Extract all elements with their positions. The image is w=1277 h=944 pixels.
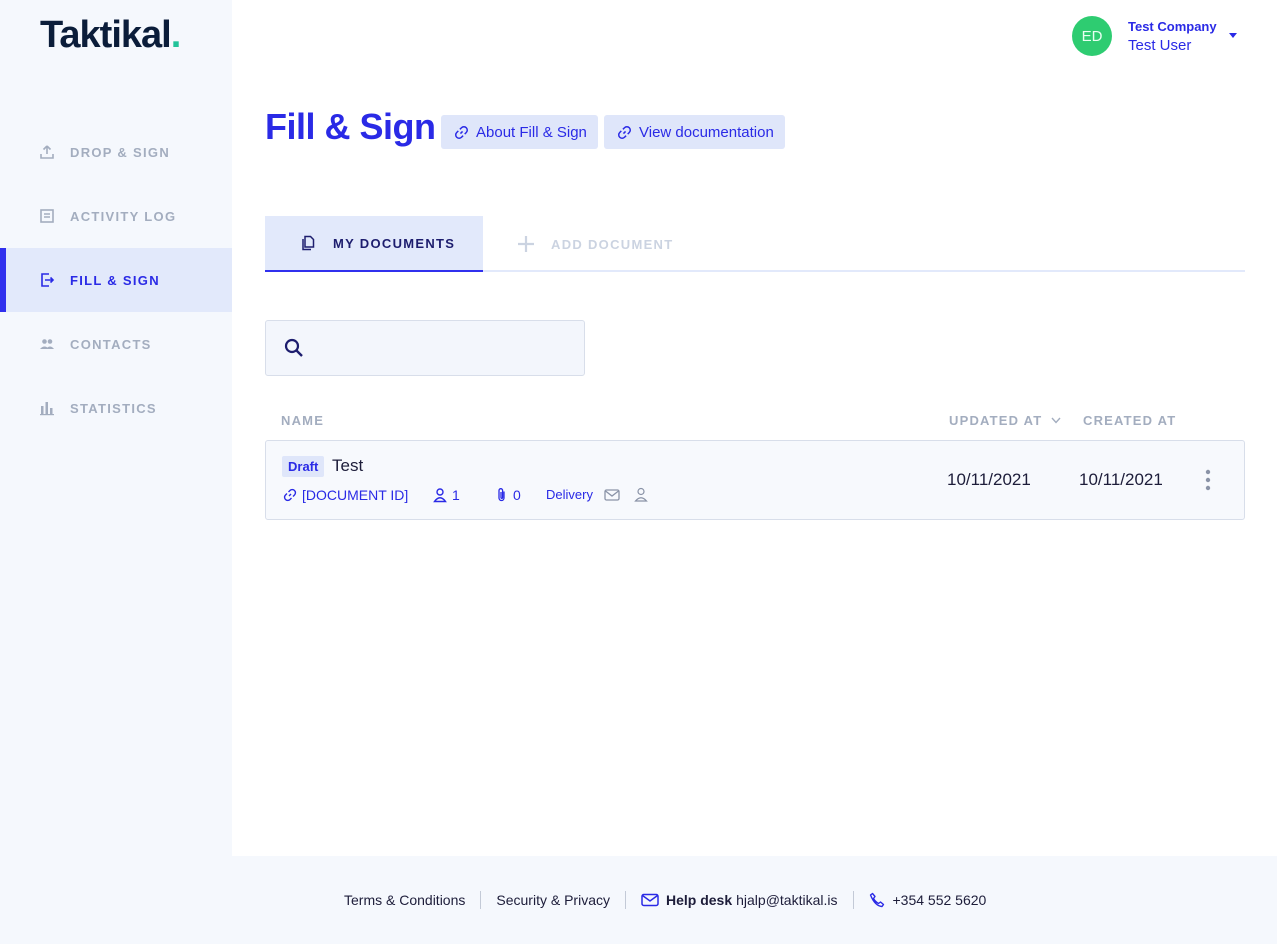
footer-divider [624,891,626,909]
bar-chart-icon [38,399,56,417]
search-input[interactable] [265,320,585,376]
page-title: Fill & Sign [265,106,436,147]
footer-divider [852,891,854,909]
tab-label: ADD DOCUMENT [551,236,674,252]
updated-date: 10/11/2021 [947,470,1031,489]
link-icon [618,125,631,139]
terms-link[interactable]: Terms & Conditions [344,892,465,908]
sidebar-nav: DROP & SIGN ACTIVITY LOG FILL & SIGN CON… [0,120,232,440]
search-icon [284,338,303,357]
sidebar-item-label: FILL & SIGN [70,272,160,288]
privacy-link[interactable]: Security & Privacy [496,892,610,908]
sidebar-item-contacts[interactable]: CONTACTS [0,312,232,376]
helpdesk-label: Help desk [665,892,733,908]
mail-icon [604,488,620,501]
about-fill-sign-link[interactable]: About Fill & Sign [441,115,598,149]
sidebar-item-activity-log[interactable]: ACTIVITY LOG [0,184,232,248]
avatar: ED [1072,16,1112,56]
document-id-link[interactable]: [DOCUMENT ID] [282,487,408,503]
taktikal-logo[interactable]: Taktikal. [40,14,181,57]
user-name: Test User [1128,36,1192,54]
footer: Terms & Conditions Security & Privacy He… [232,856,1277,944]
user-menu[interactable]: ED Test Company Test User [1072,16,1238,56]
status-badge: Draft [282,456,325,477]
caret-down-icon [1228,31,1238,41]
column-header-name[interactable]: NAME [281,413,324,428]
more-options-icon[interactable] [1202,469,1214,491]
user-info: Test Company Test User [1128,19,1224,54]
signers-value: 1 [452,487,460,503]
person-icon [433,488,447,503]
view-documentation-label: View documentation [639,123,774,141]
tab-label: MY DOCUMENTS [333,235,456,251]
paperclip-icon [498,488,505,502]
people-icon [38,335,56,353]
delivery-info: Delivery [546,487,652,502]
created-date: 10/11/2021 [1079,470,1163,489]
attachments-value: 0 [513,487,521,503]
table-row[interactable]: Draft Test [DOCUMENT ID] 1 0 Delivery 10… [265,440,1245,520]
column-header-updated[interactable]: UPDATED AT [949,413,1061,428]
document-name[interactable]: Test [332,456,363,476]
tab-add-document[interactable]: ADD DOCUMENT [517,216,673,272]
column-header-updated-label: UPDATED AT [949,413,1043,428]
sidebar-item-label: CONTACTS [70,336,152,352]
sidebar-item-fill-sign[interactable]: FILL & SIGN [0,248,232,312]
sidebar-item-label: ACTIVITY LOG [70,208,177,224]
phone-number: +354 552 5620 [892,892,987,908]
sidebar-item-drop-sign[interactable]: DROP & SIGN [0,120,232,184]
list-icon [38,207,56,225]
chevron-down-icon [1051,417,1061,424]
signers-count: 1 [432,487,460,503]
column-header-created[interactable]: CREATED AT [1083,413,1176,428]
sidebar-item-statistics[interactable]: STATISTICS [0,376,232,440]
link-icon [455,125,468,139]
link-icon [283,488,297,502]
upload-icon [38,143,56,161]
about-fill-sign-label: About Fill & Sign [476,123,587,141]
view-documentation-link[interactable]: View documentation [604,115,785,149]
plus-icon [518,236,534,252]
delivery-label: Delivery [546,487,593,502]
person-icon [634,487,648,502]
user-company: Test Company [1128,18,1217,34]
helpdesk[interactable]: Help desk hjalp@taktikal.is [641,892,838,908]
attachments-count: 0 [495,487,521,503]
mail-icon [641,893,659,907]
fill-sign-icon [38,271,56,289]
document-icon [302,235,315,251]
tab-my-documents[interactable]: MY DOCUMENTS [265,216,483,272]
document-id: [DOCUMENT ID] [302,487,409,503]
sidebar-item-label: STATISTICS [70,400,157,416]
document-tabs: MY DOCUMENTS ADD DOCUMENT [265,216,1245,272]
footer-links: Terms & Conditions Security & Privacy He… [344,891,986,909]
sidebar: Taktikal. DROP & SIGN ACTIVITY LOG FILL … [0,0,232,944]
phone-icon [869,892,884,908]
footer-divider [480,891,482,909]
helpdesk-email: hjalp@taktikal.is [736,892,838,908]
phone[interactable]: +354 552 5620 [869,892,987,908]
sidebar-item-label: DROP & SIGN [70,144,171,160]
